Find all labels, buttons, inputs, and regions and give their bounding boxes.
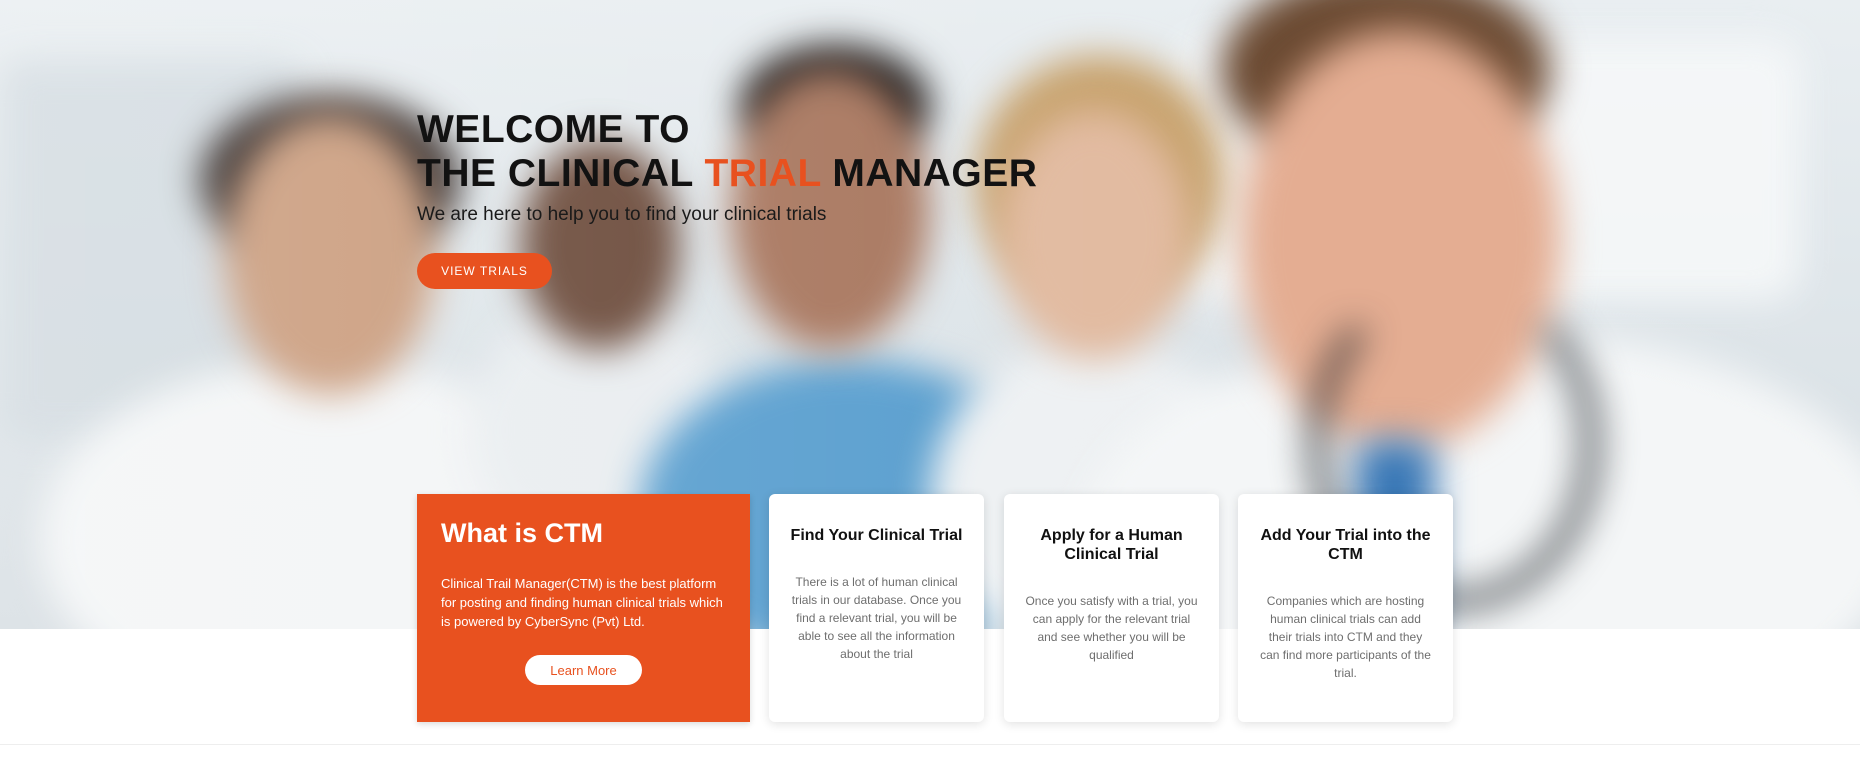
feature-card-text: Companies which are hosting human clinic… xyxy=(1260,594,1431,680)
learn-more-button[interactable]: Learn More xyxy=(525,655,642,685)
feature-card-title: Add Your Trial into the CTM xyxy=(1260,527,1431,563)
feature-card-apply-trial: Apply for a Human Clinical Trial Once yo… xyxy=(1004,494,1219,722)
section-divider xyxy=(0,744,1860,745)
hero-title-line2-post: MANAGER xyxy=(821,152,1038,195)
what-is-ctm-card: What is CTM Clinical Trail Manager(CTM) … xyxy=(417,494,750,722)
feature-card-add-trial: Add Your Trial into the CTM Companies wh… xyxy=(1238,494,1453,722)
view-trials-button[interactable]: VIEW TRIALS xyxy=(417,253,552,289)
feature-card-title: Find Your Clinical Trial xyxy=(790,527,963,544)
hero-subtitle: We are here to help you to find your cli… xyxy=(417,204,827,225)
feature-card-text: There is a lot of human clinical trials … xyxy=(791,575,962,661)
feature-card-text: Once you satisfy with a trial, you can a… xyxy=(1025,594,1198,662)
what-is-ctm-title: What is CTM xyxy=(441,518,603,548)
hero-title-line1: WELCOME TO xyxy=(417,108,690,151)
feature-card-find-trial: Find Your Clinical Trial There is a lot … xyxy=(769,494,984,722)
feature-card-title: Apply for a Human Clinical Trial xyxy=(1040,527,1183,563)
hero-title-accent: TRIAL xyxy=(704,152,822,195)
what-is-ctm-description: Clinical Trail Manager(CTM) is the best … xyxy=(441,576,723,629)
hero-title-line2-pre: THE CLINICAL xyxy=(417,152,705,195)
hero-heading-block: WELCOME TO THE CLINICAL TRIAL MANAGER We… xyxy=(417,108,1037,226)
hero-title: WELCOME TO THE CLINICAL TRIAL MANAGER xyxy=(417,108,1037,196)
